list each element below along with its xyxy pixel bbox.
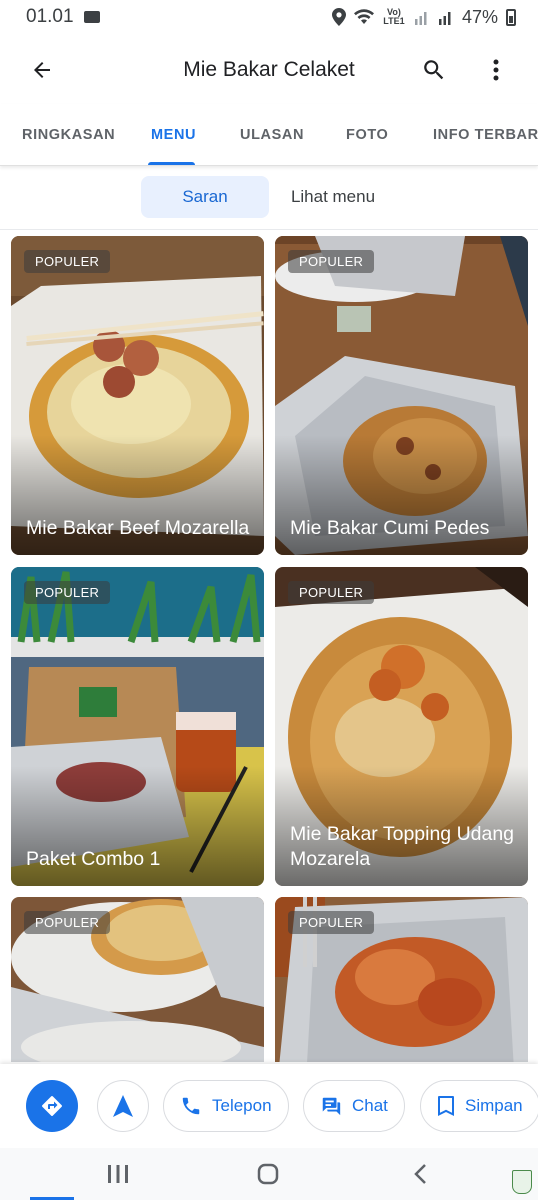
dish-name: Mie Bakar Topping Udang Mozarela: [290, 823, 515, 870]
system-nav-bar: [0, 1148, 538, 1200]
tab-ringkasan[interactable]: RINGKASAN: [22, 104, 115, 165]
directions-icon: [42, 1096, 62, 1116]
status-bar: 01.01 Vo) LTE1 47%: [0, 0, 538, 34]
dish-name: Mie Bakar Cumi Pedes: [290, 517, 490, 539]
status-time: 01.01: [26, 6, 74, 27]
navigate-icon: [113, 1095, 133, 1117]
app-bar: Mie Bakar Celaket: [0, 40, 538, 100]
action-bar: Telepon Chat Simpan: [0, 1064, 538, 1148]
directions-button[interactable]: [26, 1080, 78, 1132]
recents-icon: [108, 1165, 128, 1183]
home-icon: [257, 1163, 279, 1185]
popular-badge: POPULER: [288, 911, 375, 934]
segment-lihat-menu[interactable]: Lihat menu: [282, 176, 384, 218]
signal-icon: [438, 12, 451, 25]
search-button[interactable]: [414, 50, 454, 90]
network-type: Vo) LTE1: [383, 7, 405, 26]
location-icon: [331, 8, 346, 26]
menu-view-toggle: Saran Lihat menu: [0, 168, 538, 230]
tab-ulasan[interactable]: ULASAN: [240, 104, 304, 165]
chat-button[interactable]: Chat: [303, 1080, 405, 1132]
search-icon: [424, 60, 444, 80]
dish-name: Mie Bakar Beef Mozarella: [26, 517, 250, 539]
recents-button[interactable]: [98, 1154, 138, 1194]
chat-icon: [322, 1097, 341, 1116]
tab-menu[interactable]: MENU: [151, 104, 196, 165]
battery-percent: 47%: [461, 6, 498, 27]
popular-badge: POPULER: [24, 911, 111, 934]
tab-info-terbaru[interactable]: INFO TERBARU: [433, 104, 538, 165]
more-options-button[interactable]: [478, 50, 514, 90]
menu-card[interactable]: POPULER Mie Bakar Beef Mozarella: [11, 236, 264, 555]
popular-badge: POPULER: [24, 250, 111, 273]
menu-card[interactable]: POPULER Mie Bakar Topping Udang Mozarela: [275, 567, 528, 886]
popular-badge: POPULER: [288, 581, 375, 604]
segment-saran[interactable]: Saran: [141, 176, 269, 218]
bookmark-icon: [438, 1096, 454, 1116]
place-title: Mie Bakar Celaket: [183, 58, 355, 81]
menu-card[interactable]: POPULER: [275, 897, 528, 1062]
popular-badge: POPULER: [288, 250, 375, 273]
menu-card[interactable]: POPULER Paket Combo 1: [11, 567, 264, 886]
chat-label: Chat: [352, 1096, 388, 1115]
navigate-button[interactable]: [97, 1080, 149, 1132]
menu-card[interactable]: POPULER: [11, 897, 264, 1062]
nav-back-button[interactable]: [400, 1154, 440, 1194]
save-button[interactable]: Simpan: [420, 1080, 538, 1132]
save-label: Simpan: [465, 1096, 523, 1115]
menu-grid: POPULER Mie Bakar Beef Mozarella POPULER…: [0, 236, 538, 1062]
chevron-left-icon: [414, 1164, 426, 1184]
tab-foto[interactable]: FOTO: [346, 104, 388, 165]
dish-name: Paket Combo 1: [26, 848, 161, 870]
menu-card[interactable]: POPULER Mie Bakar Cumi Pedes: [275, 236, 528, 555]
popular-badge: POPULER: [24, 581, 111, 604]
tab-indicator: [148, 162, 195, 165]
home-button[interactable]: [248, 1154, 288, 1194]
signal-icon: [414, 12, 427, 25]
place-tabs: RINGKASAN MENU ULASAN FOTO INFO TERBARU: [0, 104, 538, 166]
phone-icon: [182, 1097, 200, 1115]
call-label: Telepon: [212, 1096, 272, 1115]
emblem-icon: [512, 1170, 532, 1194]
call-button[interactable]: Telepon: [163, 1080, 289, 1132]
mail-icon: [83, 11, 100, 23]
status-indicators: Vo) LTE1 47%: [331, 6, 516, 28]
battery-icon: [506, 8, 516, 26]
more-vertical-icon: [493, 59, 499, 81]
wifi-icon: [353, 9, 374, 24]
